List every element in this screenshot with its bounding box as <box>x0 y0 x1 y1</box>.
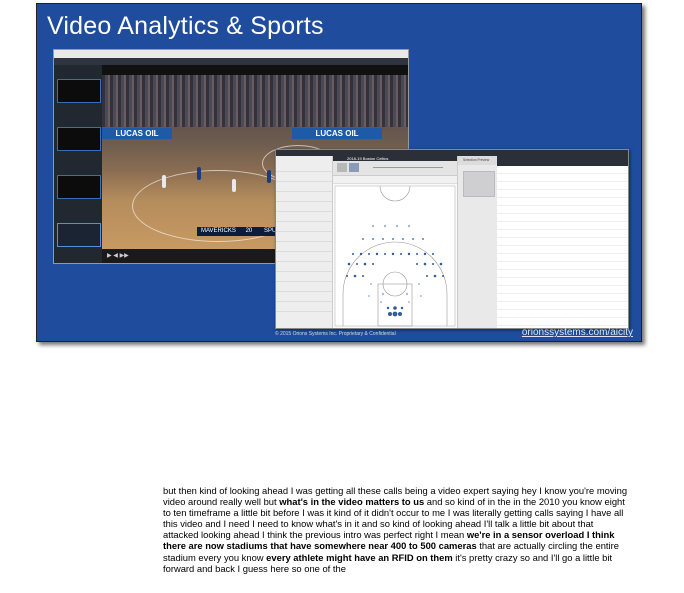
filter-item <box>276 212 332 222</box>
filter-item <box>276 242 332 252</box>
table-row <box>497 262 628 270</box>
filter-item <box>276 302 332 312</box>
filter-item <box>276 202 332 212</box>
thumbnail-label <box>57 71 99 77</box>
arena-banner: LUCAS OIL <box>292 128 382 139</box>
player <box>267 170 271 183</box>
transcript-text: but then kind of looking ahead I was get… <box>163 485 631 574</box>
score-home: 20 <box>245 228 253 234</box>
video-thumbnail <box>57 175 101 199</box>
slide-footer: © 2015 Orions Systems Inc. Proprietary &… <box>275 331 396 337</box>
table-row <box>497 190 628 198</box>
video-window-titlebar <box>54 50 408 58</box>
table-row <box>497 246 628 254</box>
shot-chart-court <box>334 185 456 327</box>
table-row <box>497 318 628 326</box>
filter-item <box>276 172 332 182</box>
zone-view-icon <box>349 163 359 172</box>
filter-item <box>276 252 332 262</box>
player <box>197 167 201 180</box>
player <box>232 179 236 192</box>
table-row <box>497 294 628 302</box>
filter-item <box>276 262 332 272</box>
selection-preview-panel: Selection Preview <box>457 156 498 328</box>
table-row <box>497 214 628 222</box>
filter-item <box>276 222 332 232</box>
filter-item <box>276 162 332 172</box>
filter-item <box>276 192 332 202</box>
table-row <box>497 278 628 286</box>
shot-chart-panel: 2018-19 Boston Celtics <box>333 156 457 328</box>
play-icon: ▶ ◀ ▶▶ <box>107 253 129 259</box>
player <box>162 175 166 188</box>
video-thumbnail <box>57 79 101 103</box>
filter-item <box>276 292 332 302</box>
filter-item <box>276 232 332 242</box>
court-view-icon <box>337 163 347 172</box>
table-row <box>497 254 628 262</box>
player-stats-table <box>497 156 628 328</box>
team-home: MAVERICKS <box>201 228 236 234</box>
table-row <box>497 230 628 238</box>
filter-item <box>276 182 332 192</box>
transcript-emphasis: what's in the video matters to us <box>279 496 425 508</box>
table-row <box>497 198 628 206</box>
filter-item <box>276 272 332 282</box>
video-thumbnail-sidebar <box>54 65 102 263</box>
table-row <box>497 270 628 278</box>
video-timeline-strip <box>102 65 408 75</box>
table-row <box>497 310 628 318</box>
arena-banner: LUCAS OIL <box>102 128 172 139</box>
selection-preview-thumbnail <box>463 171 495 197</box>
table-row <box>497 182 628 190</box>
chart-filter-panel <box>276 156 333 328</box>
video-thumbnail <box>57 223 101 247</box>
table-row <box>497 222 628 230</box>
filter-item <box>276 282 332 292</box>
table-row <box>497 174 628 182</box>
table-row <box>497 302 628 310</box>
table-row <box>497 238 628 246</box>
stats-table-header <box>497 156 628 166</box>
shot-chart-screenshot: 2018-19 Boston Celtics Selection Preview <box>275 149 629 329</box>
slide-title: Video Analytics & Sports <box>47 12 324 40</box>
chart-toolbar <box>333 161 457 176</box>
transcript-emphasis: every athlete might have an RFID on them <box>266 551 453 563</box>
chart-slider <box>373 167 443 168</box>
table-row <box>497 206 628 214</box>
crowd-image <box>102 75 408 127</box>
video-thumbnail <box>57 127 101 151</box>
selection-preview-label: Selection Preview <box>458 156 498 165</box>
table-row <box>497 166 628 174</box>
slide: Video Analytics & Sports LUCAS OIL LUCAS… <box>36 3 642 342</box>
video-window-menubar <box>54 58 408 65</box>
slide-url[interactable]: orionssystems.com/aicity <box>522 327 633 338</box>
table-row <box>497 286 628 294</box>
chart-filter-bar <box>333 176 457 184</box>
